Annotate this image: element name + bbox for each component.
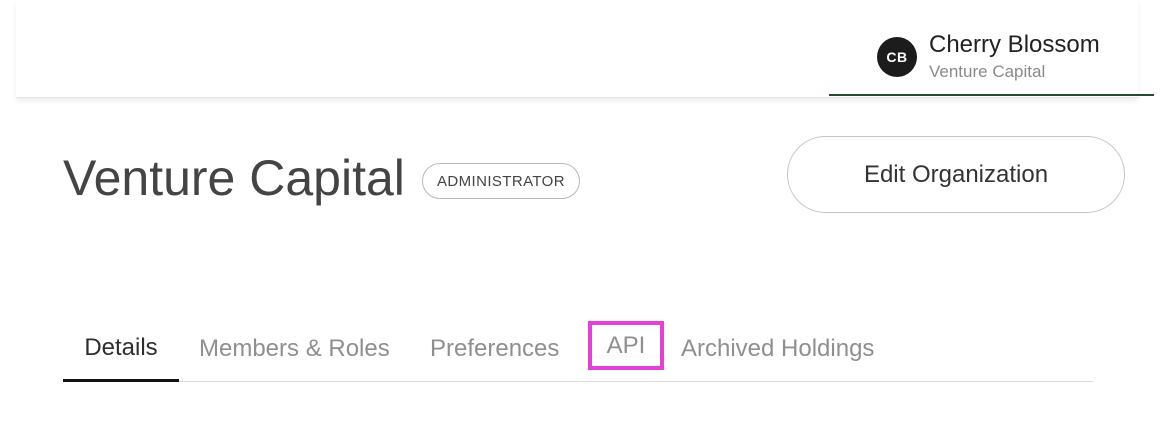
tab-preferences[interactable]: Preferences <box>430 316 559 382</box>
top-bar: CB Cherry Blossom Venture Capital <box>16 0 1154 98</box>
page-title: Venture Capital <box>63 150 405 206</box>
tab-api[interactable]: API <box>588 321 664 370</box>
page: CB Cherry Blossom Venture Capital Ventur… <box>0 0 1176 434</box>
avatar: CB <box>877 37 917 77</box>
edit-organization-button[interactable]: Edit Organization <box>787 136 1125 213</box>
tab-details[interactable]: Details <box>63 316 179 382</box>
user-name: Cherry Blossom <box>929 31 1100 58</box>
tab-members-roles[interactable]: Members & Roles <box>199 316 390 382</box>
user-menu[interactable]: CB Cherry Blossom Venture Capital <box>829 0 1154 96</box>
tab-archived-holdings[interactable]: Archived Holdings <box>681 316 874 382</box>
user-org: Venture Capital <box>929 62 1046 81</box>
role-badge: ADMINISTRATOR <box>422 163 580 199</box>
tab-bar: Details Members & Roles Preferences API … <box>63 316 1093 382</box>
